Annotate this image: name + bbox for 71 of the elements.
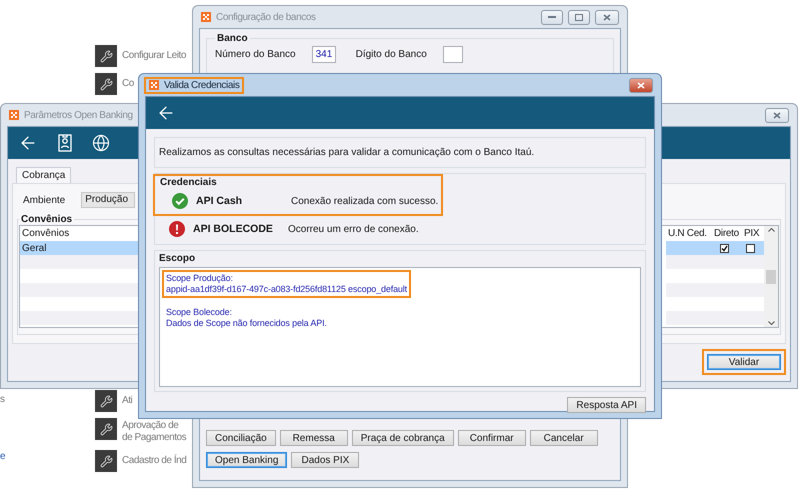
group-title: Escopo (159, 253, 196, 266)
minimize-button[interactable] (541, 10, 563, 24)
app-icon (149, 80, 159, 90)
api-name: API Cash (196, 195, 244, 207)
contact-card-icon[interactable] (58, 134, 72, 152)
error-icon (169, 221, 185, 237)
globe-icon[interactable] (92, 134, 110, 152)
info-message: Realizamos as consultas necessárias para validar a comunicação com o Banco Itaú. (154, 137, 646, 168)
action-button[interactable]: Remessa (280, 430, 348, 446)
api-name: API BOLECODE (193, 223, 274, 235)
table-cell[interactable]: Geral (20, 241, 138, 255)
group-title: Credenciais (159, 177, 218, 188)
check-icon (721, 244, 728, 252)
menu-item-label[interactable]: Ati (122, 390, 132, 407)
table-cell (742, 255, 764, 269)
wrench-icon[interactable] (95, 390, 117, 412)
status-message: Conexão realizada com sucesso. (291, 196, 438, 206)
wrench-icon[interactable] (95, 45, 117, 67)
close-button[interactable] (629, 78, 653, 92)
maximize-icon (575, 14, 583, 20)
wrench-icon[interactable] (95, 73, 117, 95)
app-icon (201, 12, 211, 22)
environment-select[interactable]: Produção (81, 192, 136, 208)
field-label: Número do Banco (215, 49, 296, 60)
input-field[interactable] (442, 46, 463, 63)
menu-item-label[interactable]: Co (122, 73, 134, 90)
tab[interactable]: Cobrança (16, 167, 72, 183)
api-response-button[interactable]: Resposta API (567, 397, 646, 413)
close-icon (637, 82, 645, 88)
validate-button[interactable]: Validar (707, 354, 781, 370)
action-button[interactable]: Cancelar (530, 430, 598, 446)
menu-item-label[interactable]: Cadastro de Índ (122, 450, 186, 467)
window-title: Valida Credenciais (164, 80, 240, 90)
status-message: Ocorreu um erro de conexão. (288, 224, 419, 234)
menu-item-label[interactable]: Aprovação de de Pagamentos (122, 418, 186, 444)
close-button[interactable] (595, 10, 619, 24)
close-icon (603, 14, 611, 20)
field-label: Dígito do Banco (356, 49, 427, 60)
window-title: Configuração de bancos (216, 12, 316, 22)
input-field[interactable]: 341 (312, 46, 336, 63)
scope-heading: Scope Bolecode: (166, 307, 233, 318)
maximize-button[interactable] (568, 10, 590, 24)
window-title: Parâmetros Open Banking (24, 110, 133, 120)
link-text[interactable]: e (0, 451, 6, 462)
group-title: Banco (216, 33, 249, 44)
action-button[interactable]: Conciliação (206, 430, 276, 446)
checkbox[interactable] (720, 244, 729, 252)
checkbox[interactable] (746, 244, 755, 252)
wrench-icon[interactable] (95, 450, 117, 472)
scope-value: appid-aa1df39f-d167-497c-a083-fd256fd81125 escopo_default (166, 284, 407, 295)
action-button[interactable]: Dados PIX (291, 452, 360, 468)
scroll-down-icon[interactable] (768, 321, 774, 325)
scope-value: Dados de Scope não fornecidos pela API. (166, 318, 327, 329)
action-button[interactable]: Open Banking (206, 452, 288, 468)
scroll-up-icon[interactable] (768, 228, 774, 232)
table-cell (666, 255, 712, 269)
action-button[interactable]: Confirmar (458, 430, 526, 446)
field-label: Ambiente (23, 194, 66, 206)
group-title: Convênios (20, 214, 74, 225)
close-button[interactable] (765, 108, 789, 122)
close-icon (773, 112, 781, 118)
menu-item-label[interactable]: Configurar Leito (122, 45, 186, 62)
success-icon (172, 193, 188, 209)
scroll-thumb[interactable] (766, 270, 776, 284)
menu-text: s (0, 394, 5, 405)
minimize-icon (548, 16, 556, 18)
action-button[interactable]: Praça de cobrança (352, 430, 454, 446)
app-icon (9, 110, 19, 120)
wrench-icon[interactable] (95, 418, 117, 440)
scope-heading: Scope Produção: (166, 273, 234, 284)
scrollbar[interactable] (764, 226, 778, 327)
